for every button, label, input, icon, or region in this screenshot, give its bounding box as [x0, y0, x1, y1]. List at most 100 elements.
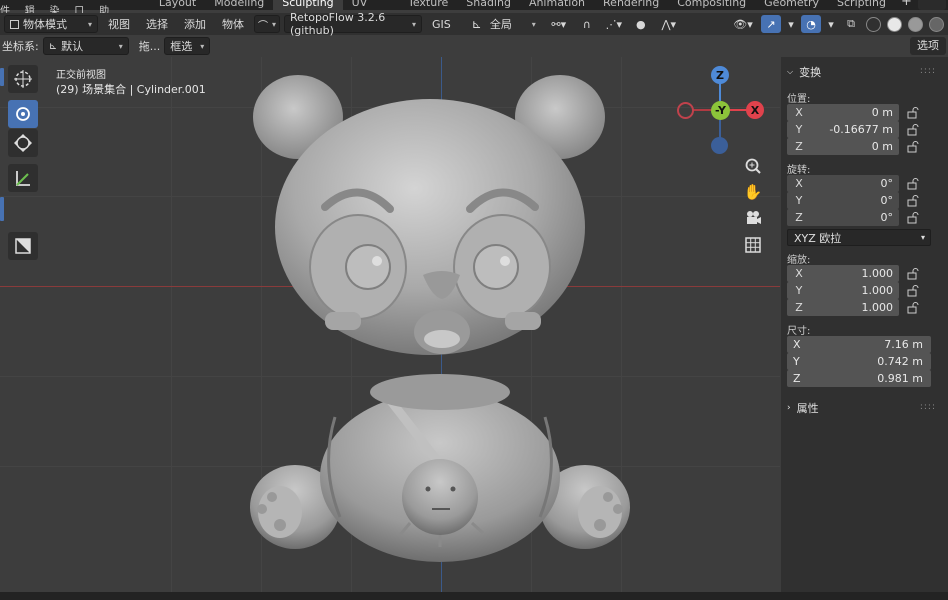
menu-object[interactable]: 物体 — [216, 16, 250, 32]
menu-select[interactable]: 选择 — [140, 16, 174, 32]
lock-icon[interactable] — [905, 284, 921, 298]
location-y-field[interactable]: Y -0.16677 m — [787, 121, 899, 138]
panel-grip-icon[interactable]: :::: — [920, 402, 936, 412]
properties-panel-header[interactable]: › 属性 — [787, 400, 819, 416]
zoom-icon[interactable] — [741, 155, 765, 177]
drag-dropdown[interactable]: 框选 ▾ — [164, 37, 211, 55]
chevron-down-icon: ⌵ — [787, 67, 794, 76]
tab-uv-editing[interactable]: UV Editing — [343, 0, 399, 27]
tab-compositing[interactable]: Compositing — [668, 0, 755, 10]
measure-tool-button[interactable] — [8, 164, 38, 192]
falloff-icon[interactable]: ⋀▾ — [655, 15, 683, 33]
orientation-dropdown[interactable]: ⊾ 默认 ▾ — [42, 37, 129, 55]
camera-icon[interactable] — [741, 207, 765, 229]
location-z-field[interactable]: Z0 m — [787, 138, 899, 155]
chevron-down-icon: ▾ — [531, 19, 536, 29]
tab-sculpting[interactable]: Sculpting — [273, 0, 343, 10]
overlay-toggle-icon[interactable]: ◔ — [801, 15, 821, 33]
grid-view-icon[interactable] — [741, 234, 765, 256]
tab-animation[interactable]: Animation — [520, 0, 594, 10]
chevron-down-icon: ▾ — [118, 41, 123, 51]
rotation-z-field[interactable]: Z 0° — [787, 209, 899, 226]
tab-modeling[interactable]: Modeling — [205, 0, 273, 10]
lock-icon[interactable] — [905, 194, 921, 208]
cursor-icon — [14, 70, 32, 88]
add-workspace-button[interactable]: + — [895, 0, 918, 10]
gizmo-toggle-icon[interactable]: ↗ — [761, 15, 781, 33]
tab-geometry-nodes[interactable]: Geometry Nodes — [755, 0, 828, 27]
solid-shading-icon[interactable] — [887, 16, 902, 32]
orientation-axes-icon: ⊾ — [48, 40, 58, 52]
gizmo-dropdown-icon[interactable]: ▾ — [785, 15, 797, 33]
chevron-down-icon: ▾ — [200, 41, 205, 51]
menu-view[interactable]: 视图 — [102, 16, 136, 32]
tab-layout[interactable]: Layout — [150, 0, 205, 10]
transform-panel-header[interactable]: ⌵ 变换 — [787, 64, 821, 80]
chevron-down-icon: ▾ — [920, 233, 925, 242]
object-mode-icon — [10, 19, 19, 29]
rotation-y-field[interactable]: Y 0° — [787, 192, 899, 209]
dimension-x-field[interactable]: X 7.16 m — [787, 336, 931, 353]
location-x-field[interactable]: X0 m — [787, 104, 899, 121]
rendered-shading-icon[interactable] — [929, 16, 944, 32]
overlay-dropdown-icon[interactable]: ▾ — [825, 15, 837, 33]
measure-icon — [16, 171, 30, 186]
gizmo-neg-y-handle[interactable]: -Y — [711, 101, 730, 120]
gizmo-z-handle[interactable]: Z — [711, 66, 729, 84]
lock-icon[interactable] — [905, 267, 921, 281]
transform-orientation-dropdown[interactable]: ⊾ 全局 ▾ — [467, 15, 541, 33]
wireframe-shading-icon[interactable] — [866, 16, 881, 32]
retopoflow-dropdown[interactable]: RetopoFlow 3.2.6 (github) ▾ — [284, 11, 422, 37]
gizmo-x-handle[interactable]: X — [746, 101, 764, 119]
lock-icon[interactable] — [905, 140, 921, 154]
options-button[interactable]: 选项 — [910, 37, 946, 55]
lock-icon[interactable] — [905, 211, 921, 225]
n-panel-sidebar: ⌵ 变换 :::: 位置: X0 m Y -0.16677 m Z0 m 旋转: … — [781, 57, 948, 592]
collection-label: (29) 场景集合 | Cylinder.001 — [56, 83, 206, 96]
tab-rendering[interactable]: Rendering — [594, 0, 668, 10]
menu-gis[interactable]: GIS — [426, 18, 457, 31]
menu-add[interactable]: 添加 — [178, 16, 212, 32]
scene-selector[interactable] — [917, 0, 946, 10]
snap-target-icon[interactable]: ⋰▾ — [601, 15, 627, 33]
rotation-x-field[interactable]: X 0° — [787, 175, 899, 192]
tab-texture-paint[interactable]: Texture Paint — [399, 0, 457, 27]
rotation-label: 旋转: — [787, 165, 811, 176]
lock-icon[interactable] — [905, 177, 921, 191]
snap-link-icon[interactable]: ⚯▾ — [545, 15, 573, 33]
proportional-edit-icon[interactable]: ● — [631, 15, 651, 33]
cursor-tool-button[interactable] — [8, 65, 38, 93]
toolbar-handle[interactable] — [0, 197, 4, 221]
belly-ball — [402, 459, 478, 535]
object-type-dropdown[interactable]: ⌒ ▾ — [254, 15, 280, 33]
gizmo-neg-x-handle[interactable] — [677, 102, 694, 119]
toolbar-handle[interactable] — [0, 68, 4, 86]
xray-toggle-icon[interactable]: ⧉ — [841, 15, 861, 33]
visibility-eye-icon[interactable]: 👁▾ — [729, 15, 757, 33]
dimension-y-field[interactable]: Y 0.742 m — [787, 353, 931, 370]
snap-magnet-icon[interactable]: ∩ — [577, 15, 597, 33]
rotate-view-tool-button[interactable] — [8, 100, 38, 128]
pan-hand-icon[interactable]: ✋ — [741, 181, 765, 203]
tab-shading[interactable]: Shading — [457, 0, 520, 10]
tab-scripting[interactable]: Scripting — [828, 0, 895, 10]
tool-settings-bar: 坐标系: ⊾ 默认 ▾ 拖... 框选 ▾ 选项 — [0, 35, 948, 57]
add-cube-tool-button[interactable] — [8, 232, 38, 260]
material-shading-icon[interactable] — [908, 16, 923, 32]
panel-grip-icon[interactable]: :::: — [920, 66, 936, 76]
rotation-mode-dropdown[interactable]: XYZ 欧拉 ▾ — [787, 229, 931, 246]
orientation-label: 坐标系: — [2, 40, 39, 53]
orientation-axes-icon: ⊾ — [471, 17, 482, 31]
gizmo-neg-z-handle[interactable] — [711, 137, 728, 154]
mode-dropdown[interactable]: 物体模式 ▾ — [4, 15, 98, 33]
3d-viewport[interactable]: 正交前视图 (29) 场景集合 | Cylinder.001 Z -Y X ✋ — [0, 57, 780, 592]
panda-sculpt-model[interactable] — [240, 57, 640, 567]
scale-x-field[interactable]: X 1.000 — [787, 265, 899, 282]
scale-y-field[interactable]: Y 1.000 — [787, 282, 899, 299]
lock-icon[interactable] — [905, 301, 921, 315]
dimension-z-field[interactable]: Z 0.981 m — [787, 370, 931, 387]
move-tool-button[interactable] — [8, 129, 38, 157]
scale-z-field[interactable]: Z 1.000 — [787, 299, 899, 316]
lock-icon[interactable] — [905, 123, 921, 137]
lock-icon[interactable] — [905, 106, 921, 120]
